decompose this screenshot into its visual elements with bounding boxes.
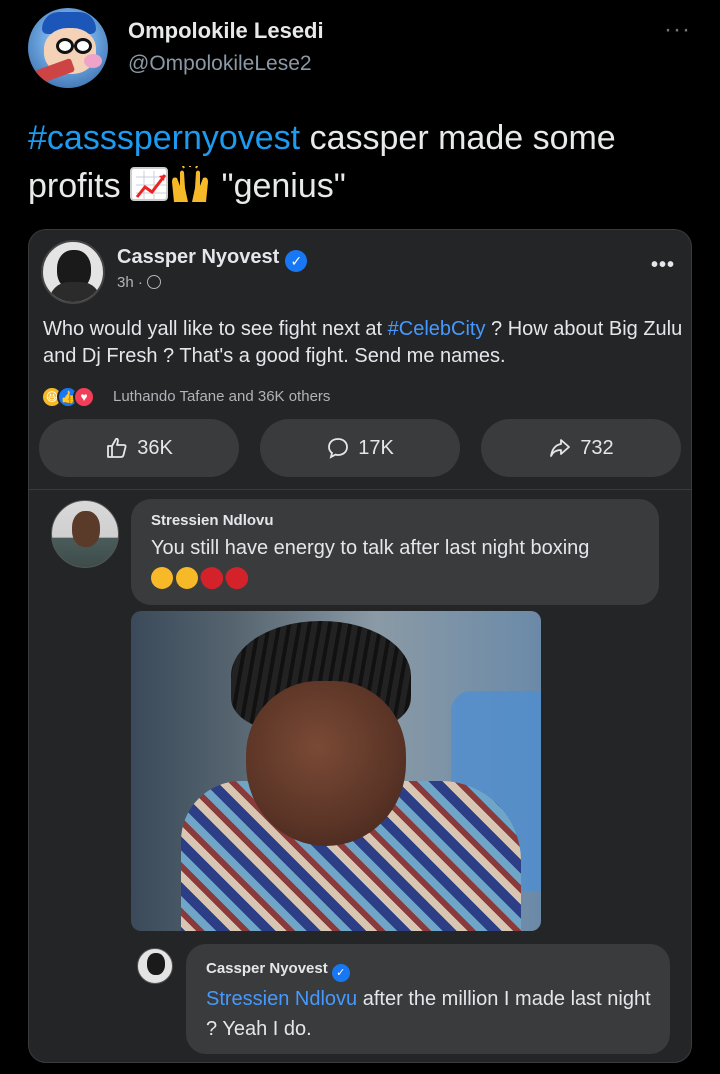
globe-icon (146, 275, 161, 289)
tweet-author-avatar[interactable] (28, 8, 108, 88)
like-button[interactable]: 36K (39, 419, 239, 477)
reply-text: Stressien Ndlovu after the million I mad… (206, 984, 666, 1044)
reply-bubble[interactable]: Cassper Nyovest ✓ Stressien Ndlovu after … (186, 944, 670, 1054)
avatar-body (49, 282, 101, 302)
tweet-text-part: profits (28, 167, 131, 205)
tweet-author-name[interactable]: Ompolokile Lesedi (128, 18, 324, 44)
more-options-icon[interactable]: ··· (664, 16, 691, 44)
tears-of-joy-icon (151, 567, 173, 589)
reply-mention[interactable]: Stressien Ndlovu (206, 988, 357, 1010)
comment-button[interactable]: 17K (260, 419, 460, 477)
avatar-glasses (74, 38, 92, 54)
tweet-author-handle[interactable]: @OmpolokileLese2 (128, 52, 312, 76)
divider (29, 489, 691, 490)
fb-post-text: Who would yall like to see fight next at… (43, 316, 683, 370)
fb-post-time: 3h · (117, 274, 161, 291)
reactions-summary[interactable]: Luthando Tafane and 36K others (113, 388, 330, 405)
fb-author-avatar[interactable] (41, 240, 105, 304)
like-count: 36K (137, 436, 173, 459)
share-count: 732 (580, 436, 614, 459)
tweet-hashtag[interactable]: #cassspernyovest (28, 119, 300, 157)
more-options-icon[interactable]: ••• (651, 254, 675, 277)
comment-author[interactable]: Stressien Ndlovu (151, 512, 274, 529)
comment-emojis (151, 563, 252, 593)
avatar-nose (84, 54, 102, 68)
avatar-glasses (56, 38, 74, 54)
fb-time-text: 3h · (117, 274, 143, 291)
comment-icon (328, 438, 349, 459)
verified-badge-icon: ✓ (331, 964, 350, 982)
reply-author-text: Cassper Nyovest (206, 960, 328, 977)
commenter-avatar[interactable] (51, 500, 119, 568)
comment-image[interactable] (131, 611, 541, 931)
tweet-text-part: cassper made some (300, 119, 616, 157)
boxing-glove-icon (197, 563, 227, 593)
embedded-facebook-post[interactable]: Cassper Nyovest ✓ 3h · ••• Who would yall… (28, 229, 692, 1063)
comment-text: You still have energy to talk after last… (151, 537, 590, 559)
verified-badge-icon: ✓ (285, 250, 308, 272)
fb-post-text-part: Who would yall like to see fight next at (43, 318, 388, 340)
comment-count: 17K (358, 436, 394, 459)
comment-bubble[interactable]: Stressien Ndlovu You still have energy t… (131, 499, 659, 605)
love-reaction-icon: ♥ (73, 386, 95, 408)
tweet-text: #cassspernyovest cassper made some profi… (28, 114, 698, 210)
reply-author[interactable]: Cassper Nyovest ✓ (206, 960, 350, 982)
fb-author-name[interactable]: Cassper Nyovest ✓ (117, 246, 308, 272)
share-button[interactable]: 732 (481, 419, 681, 477)
boxing-glove-icon (222, 563, 252, 593)
raising-hands-icon (168, 163, 212, 202)
thumbs-up-icon (107, 437, 127, 458)
reply-author-avatar[interactable] (137, 948, 173, 984)
chart-increasing-icon (130, 167, 169, 201)
tweet-text-part: "genius" (212, 167, 346, 205)
fb-author-name-text: Cassper Nyovest (117, 246, 280, 268)
fb-hashtag[interactable]: #CelebCity (388, 318, 486, 340)
avatar-head (72, 511, 100, 547)
image-face (246, 681, 406, 846)
share-icon (550, 439, 571, 457)
tears-of-joy-icon (176, 567, 198, 589)
avatar-head (147, 953, 165, 975)
